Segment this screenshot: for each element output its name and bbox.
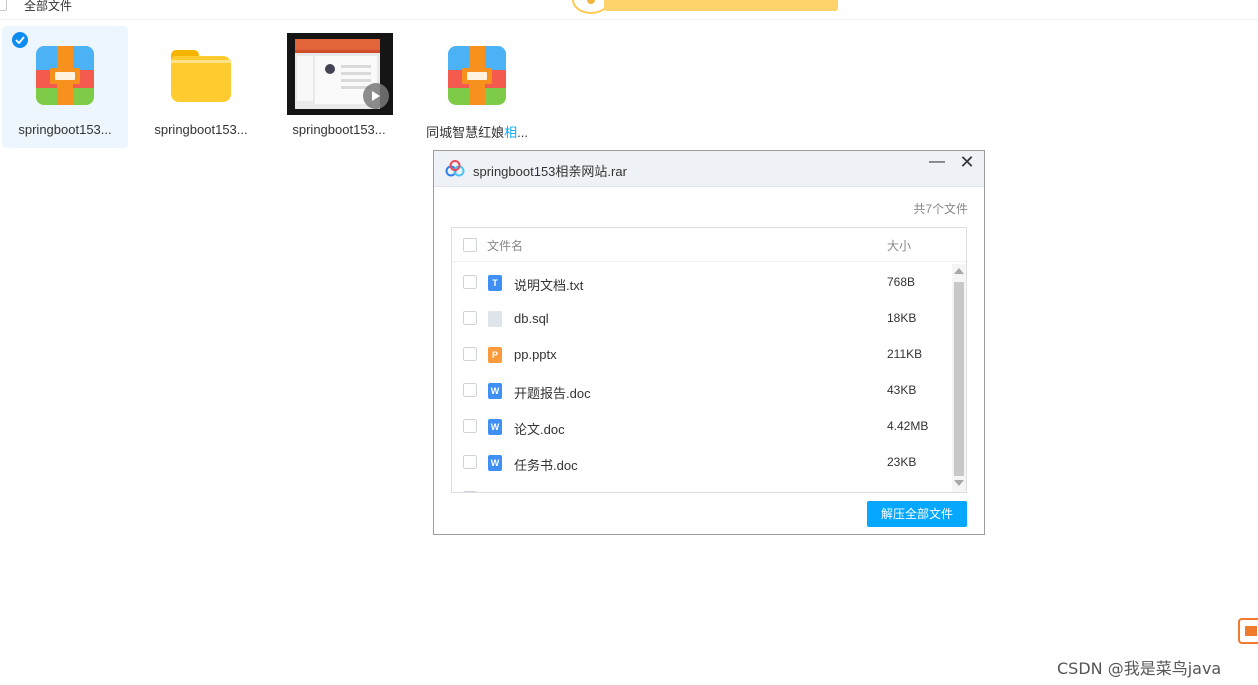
table-row[interactable]: W 论文.doc 4.42MB [452, 408, 952, 444]
row-file-name: 论文.doc [514, 422, 565, 437]
word-file-icon: W [488, 419, 502, 435]
row-file-size: 211KB [887, 347, 923, 361]
table-row[interactable]: db.sql 18KB [452, 300, 952, 336]
row-checkbox[interactable] [463, 419, 477, 433]
scrollbar-thumb[interactable] [954, 282, 964, 476]
notification-banner[interactable] [604, 0, 838, 11]
selected-check-icon[interactable] [12, 32, 28, 48]
row-file-size: 768B [887, 275, 916, 289]
row-checkbox[interactable] [463, 383, 477, 397]
scroll-down-arrow-icon[interactable] [954, 480, 964, 486]
folder-icon [169, 44, 233, 108]
scroll-up-arrow-icon[interactable] [954, 268, 964, 274]
folder-icon [488, 492, 504, 493]
file-name: springboot153... [18, 122, 112, 137]
table-header: 文件名 大小 [452, 228, 966, 262]
file-count: 共7个文件 [913, 202, 968, 216]
dialog-title: springboot153相亲网站.rar [473, 164, 627, 179]
row-file-size: 43KB [887, 383, 917, 397]
row-file-name: 任务书.doc [514, 458, 578, 473]
word-file-icon: W [488, 455, 502, 471]
file-name: springboot153... [154, 122, 248, 137]
row-checkbox[interactable] [463, 347, 477, 361]
dialog-header: springboot153相亲网站.rar — ✕ [434, 151, 984, 187]
word-file-icon: W [488, 383, 502, 399]
play-icon[interactable] [363, 83, 389, 109]
rar-archive-icon [33, 44, 97, 108]
all-files-label[interactable]: 全部文件 [24, 0, 72, 14]
row-file-size: 23KB [887, 455, 917, 469]
watermark: CSDN @我是菜鸟java [1057, 659, 1222, 678]
row-file-name: db.sql [514, 311, 549, 326]
file-tile[interactable]: springboot153... [138, 26, 264, 148]
file-name: 同城智慧红娘相... [426, 125, 528, 140]
table-row[interactable]: W 任务书.doc 23KB [452, 444, 952, 480]
select-all-checkbox[interactable] [0, 0, 7, 11]
file-list: 文件名 大小 T 说明文档.txt 768B db.sql 18KB P pp.… [451, 227, 967, 493]
row-file-size: 18KB [887, 311, 917, 325]
baidu-netdisk-logo-icon [445, 160, 465, 177]
table-row[interactable] [452, 480, 952, 493]
row-file-name: pp.pptx [514, 347, 557, 362]
table-row[interactable]: P pp.pptx 211KB [452, 336, 952, 372]
file-name: springboot153... [292, 122, 386, 137]
video-thumbnail[interactable] [287, 33, 393, 115]
file-tile[interactable]: 同城智慧红娘相... [414, 26, 540, 148]
ppt-file-icon: P [488, 347, 502, 363]
extract-all-button[interactable]: 解压全部文件 [867, 501, 967, 527]
minimize-button[interactable]: — [928, 153, 946, 173]
row-checkbox[interactable] [463, 455, 477, 469]
row-file-size: 4.42MB [887, 419, 929, 433]
row-checkbox[interactable] [463, 491, 477, 492]
column-header-size[interactable]: 大小 [887, 237, 911, 254]
side-widget-icon[interactable] [1238, 618, 1258, 644]
txt-file-icon: T [488, 275, 502, 291]
row-file-name: 开题报告.doc [514, 386, 591, 401]
sql-file-icon [488, 311, 502, 327]
row-checkbox[interactable] [463, 311, 477, 325]
table-row[interactable]: T 说明文档.txt 768B [452, 264, 952, 300]
close-button[interactable]: ✕ [958, 153, 976, 173]
row-file-name: 说明文档.txt [514, 278, 584, 293]
header-checkbox[interactable] [463, 238, 477, 252]
file-tile[interactable]: springboot153... [2, 26, 128, 148]
rar-archive-icon [445, 44, 509, 108]
table-row[interactable]: W 开题报告.doc 43KB [452, 372, 952, 408]
archive-preview-dialog: springboot153相亲网站.rar — ✕ 共7个文件 文件名 大小 T… [433, 150, 985, 535]
row-checkbox[interactable] [463, 275, 477, 289]
column-header-name[interactable]: 文件名 [487, 237, 523, 254]
